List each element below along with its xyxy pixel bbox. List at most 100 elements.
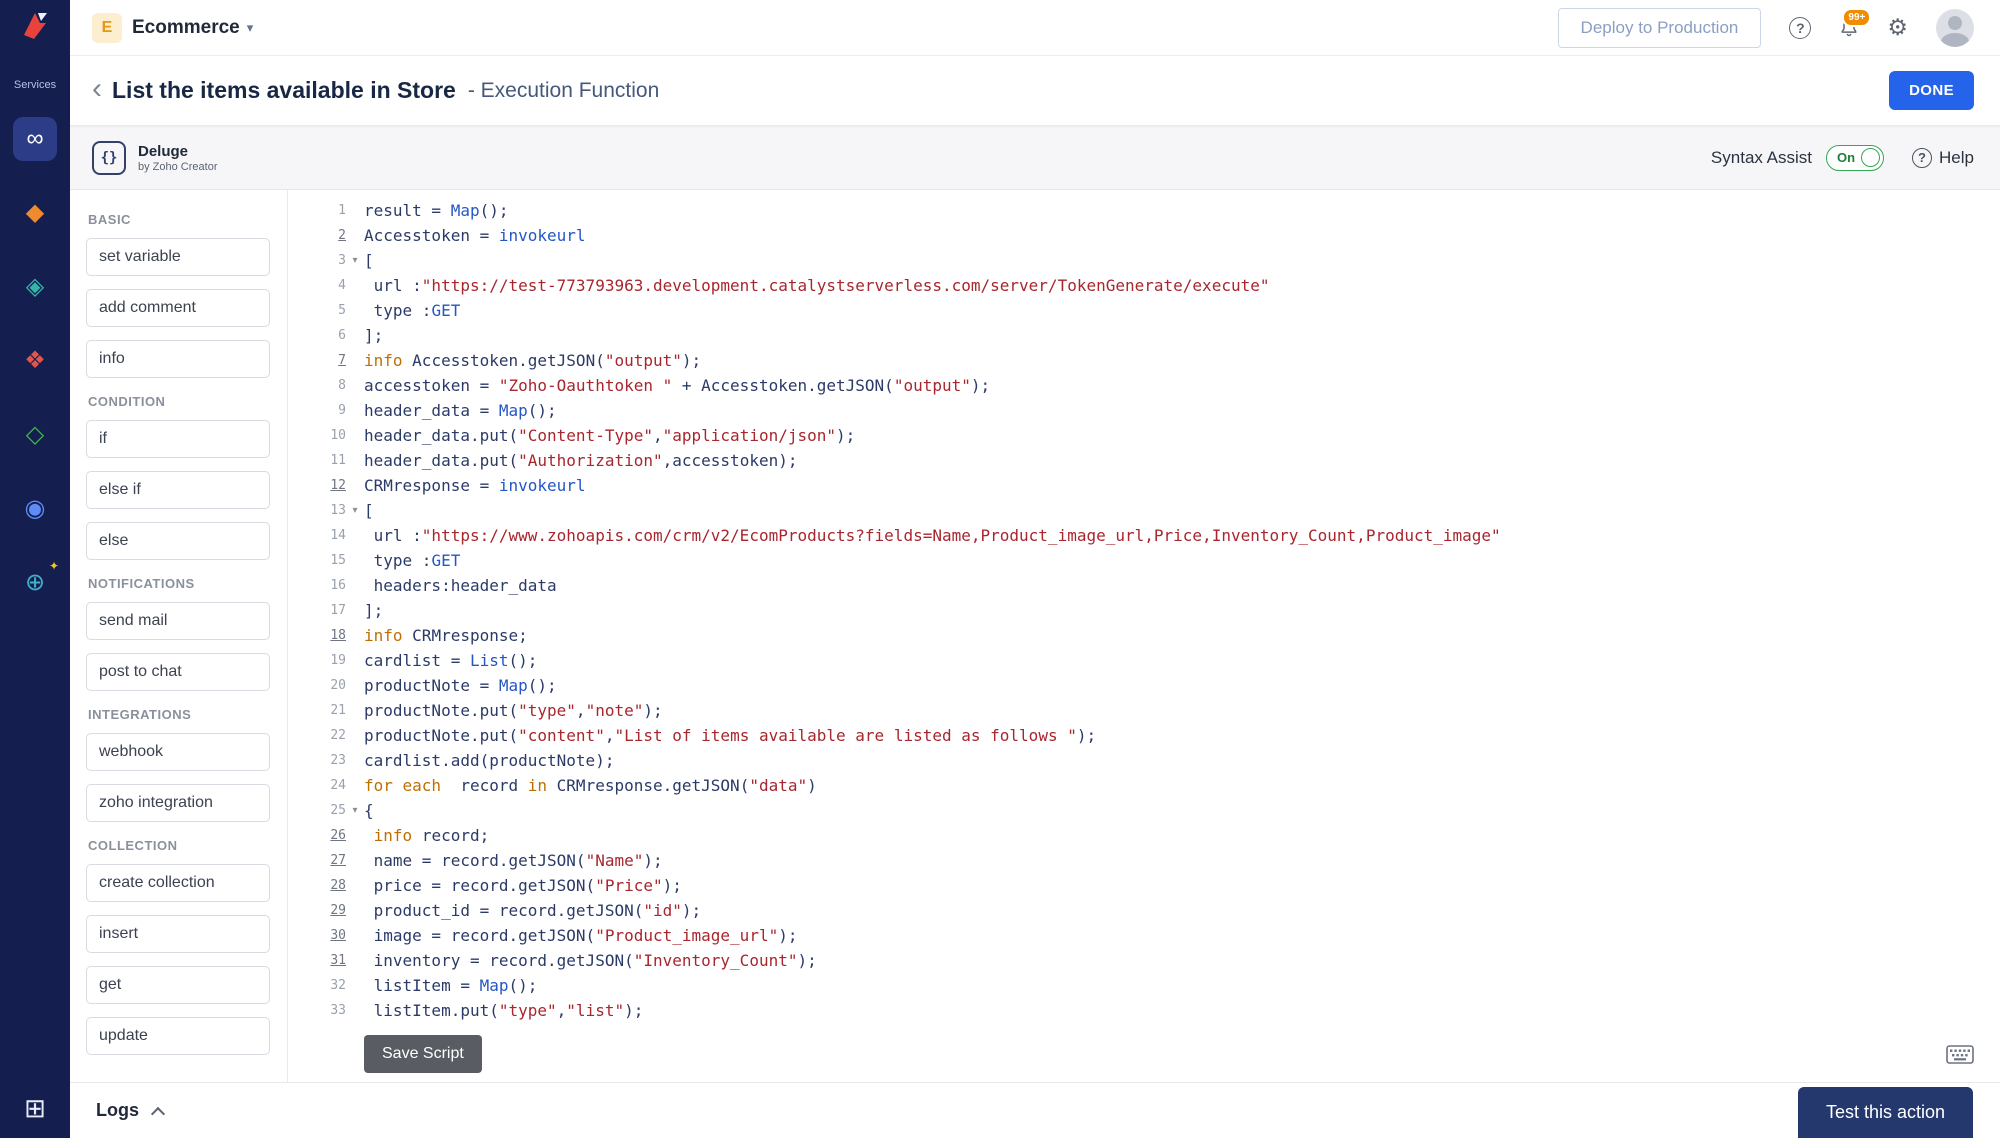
- line-number[interactable]: 1: [298, 203, 346, 218]
- diamond-green-service-icon[interactable]: ◇: [13, 413, 57, 457]
- fold-toggle-icon[interactable]: ▾: [346, 255, 364, 266]
- catalyst-logo-icon[interactable]: [18, 10, 52, 45]
- line-number[interactable]: 7: [298, 353, 346, 368]
- line-number[interactable]: 10: [298, 428, 346, 443]
- cluster-service-icon[interactable]: ❖: [13, 339, 57, 383]
- line-number[interactable]: 15: [298, 553, 346, 568]
- line-number[interactable]: 14: [298, 528, 346, 543]
- line-number[interactable]: 12: [298, 478, 346, 493]
- code-editor[interactable]: 1 result = Map(); 2 Accesstoken = invokeurl…: [288, 190, 2000, 1082]
- line-number[interactable]: 20: [298, 678, 346, 693]
- panel-item-update[interactable]: update: [86, 1017, 270, 1055]
- fold-toggle-icon[interactable]: ▾: [346, 805, 364, 816]
- line-number[interactable]: 9: [298, 403, 346, 418]
- test-this-action-button[interactable]: Test this action: [1797, 1087, 1973, 1138]
- panel-item-if[interactable]: if: [86, 420, 270, 458]
- line-number[interactable]: 2: [298, 228, 346, 243]
- code-text: listItem = Map();: [364, 976, 538, 995]
- line-number[interactable]: 4: [298, 278, 346, 293]
- logs-label[interactable]: Logs: [96, 1100, 139, 1121]
- save-script-button[interactable]: Save Script: [364, 1035, 482, 1073]
- globe-service-icon[interactable]: ⊕ ✦: [13, 559, 59, 605]
- panel-item-else-if[interactable]: else if: [86, 471, 270, 509]
- line-number[interactable]: 13: [298, 503, 346, 518]
- line-number[interactable]: 27: [298, 853, 346, 868]
- notification-count-badge: 99+: [1842, 7, 1872, 27]
- line-number[interactable]: 18: [298, 628, 346, 643]
- line-number[interactable]: 32: [298, 978, 346, 993]
- panel-item-set-variable[interactable]: set variable: [86, 238, 270, 276]
- engine-subtitle: by Zoho Creator: [138, 160, 218, 173]
- code-text: CRMresponse = invokeurl: [364, 476, 586, 495]
- toggle-knob: [1861, 148, 1881, 167]
- line-number[interactable]: 23: [298, 753, 346, 768]
- line-number[interactable]: 6: [298, 328, 346, 343]
- line-number[interactable]: 26: [298, 828, 346, 843]
- line-number[interactable]: 24: [298, 778, 346, 793]
- code-line: 7 info Accesstoken.getJSON("output");: [298, 348, 2000, 373]
- line-number[interactable]: 17: [298, 603, 346, 618]
- panel-item-insert[interactable]: insert: [86, 915, 270, 953]
- save-row: Save Script: [364, 1035, 2000, 1073]
- line-number[interactable]: 8: [298, 378, 346, 393]
- code-line: 33 listItem.put("type","list");: [298, 998, 2000, 1023]
- panel-item-zoho-integration[interactable]: zoho integration: [86, 784, 270, 822]
- infinity-service-icon[interactable]: ∞: [13, 117, 57, 161]
- app-switcher-caret-icon[interactable]: ▾: [247, 20, 254, 36]
- editor-help-button[interactable]: ? Help: [1912, 147, 1974, 168]
- notifications-bell-icon[interactable]: 99+: [1839, 7, 1872, 39]
- code-text: for each record in CRMresponse.getJSON("…: [364, 776, 817, 795]
- line-number[interactable]: 33: [298, 1003, 346, 1018]
- panel-item-get[interactable]: get: [86, 966, 270, 1004]
- deploy-to-production-button[interactable]: Deploy to Production: [1557, 7, 1762, 48]
- line-number[interactable]: 19: [298, 653, 346, 668]
- code-text: inventory = record.getJSON("Inventory_Co…: [364, 951, 817, 970]
- line-number[interactable]: 31: [298, 953, 346, 968]
- editor-header: {} Deluge by Zoho Creator Syntax Assist …: [70, 126, 2000, 190]
- panel-item-else[interactable]: else: [86, 522, 270, 560]
- line-number[interactable]: 22: [298, 728, 346, 743]
- avatar[interactable]: [1936, 8, 1974, 47]
- panel-section-label: CONDITION: [88, 394, 166, 409]
- line-number[interactable]: 21: [298, 703, 346, 718]
- keyboard-shortcuts-icon[interactable]: [1946, 1044, 1974, 1064]
- line-number[interactable]: 16: [298, 578, 346, 593]
- services-rail: Services ∞ ◆ ◈ ❖ ◇ ◉ ⊕ ✦ ⊞: [0, 0, 70, 1138]
- code-text: info CRMresponse;: [364, 626, 528, 645]
- line-number[interactable]: 29: [298, 903, 346, 918]
- code-line: 16 headers:header_data: [298, 573, 2000, 598]
- panel-item-send-mail[interactable]: send mail: [86, 602, 270, 640]
- code-text: image = record.getJSON("Product_image_ur…: [364, 926, 798, 945]
- page-subtitle: - Execution Function: [467, 78, 660, 102]
- panel-item-post-to-chat[interactable]: post to chat: [86, 653, 270, 691]
- settings-gear-icon[interactable]: ⚙: [1887, 16, 1908, 39]
- code-text: Accesstoken = invokeurl: [364, 226, 586, 245]
- panel-item-add-comment[interactable]: add comment: [86, 289, 270, 327]
- done-button[interactable]: DONE: [1889, 71, 1974, 110]
- line-number[interactable]: 11: [298, 453, 346, 468]
- help-icon[interactable]: ?: [1789, 16, 1812, 39]
- line-number[interactable]: 25: [298, 803, 346, 818]
- code-line: 29 product_id = record.getJSON("id");: [298, 898, 2000, 923]
- code-text: product_id = record.getJSON("id");: [364, 901, 702, 920]
- globe-service-glyph: ⊕: [24, 569, 46, 596]
- line-number[interactable]: 5: [298, 303, 346, 318]
- panel-item-info[interactable]: info: [86, 340, 270, 378]
- user-service-icon[interactable]: ◉: [13, 487, 57, 531]
- apps-grid-icon[interactable]: ⊞: [24, 1093, 46, 1124]
- line-number[interactable]: 30: [298, 928, 346, 943]
- panel-item-create-collection[interactable]: create collection: [86, 864, 270, 902]
- app-badge: E: [92, 12, 122, 43]
- datastore-service-icon[interactable]: ◈: [13, 265, 57, 309]
- logs-collapse-chevron-icon[interactable]: [150, 1106, 166, 1121]
- code-line: 9 header_data = Map();: [298, 398, 2000, 423]
- code-text: info Accesstoken.getJSON("output");: [364, 351, 702, 370]
- back-chevron-icon[interactable]: ‹: [92, 73, 102, 108]
- line-number[interactable]: 28: [298, 878, 346, 893]
- panel-item-webhook[interactable]: webhook: [86, 733, 270, 771]
- fold-toggle-icon[interactable]: ▾: [346, 505, 364, 516]
- syntax-assist-toggle[interactable]: On: [1826, 144, 1885, 171]
- code-line: 23 cardlist.add(productNote);: [298, 748, 2000, 773]
- diamond-orange-service-icon[interactable]: ◆: [13, 191, 57, 235]
- line-number[interactable]: 3: [298, 253, 346, 268]
